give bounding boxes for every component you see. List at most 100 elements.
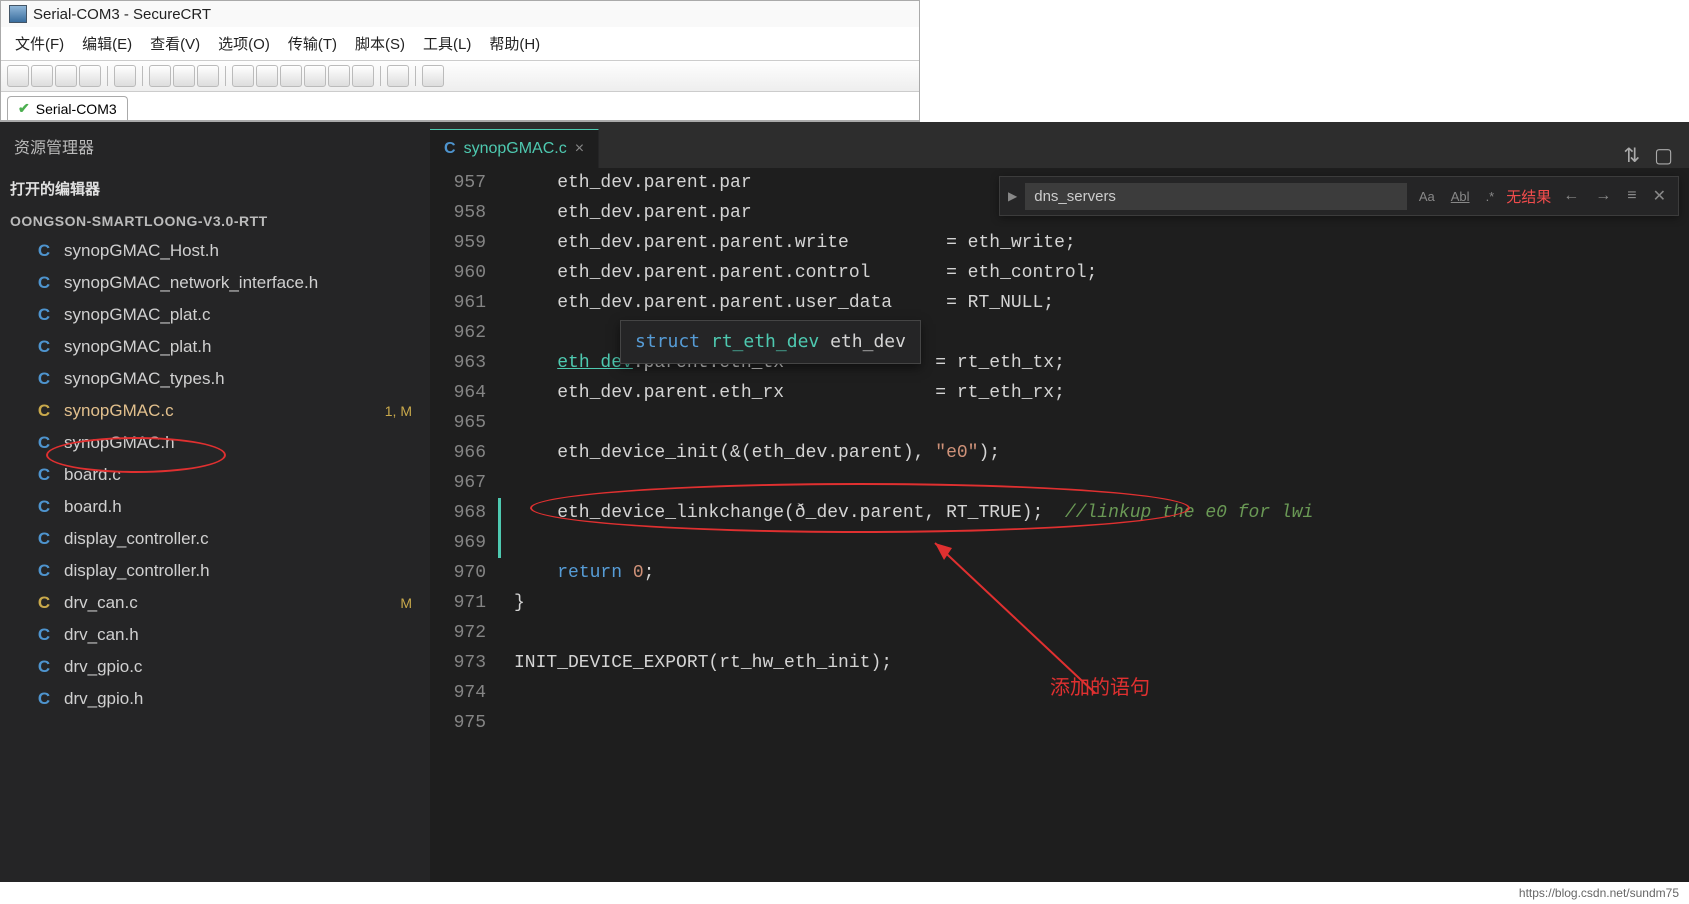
explorer-title: 资源管理器 <box>0 122 430 170</box>
menu-item[interactable]: 工具(L) <box>417 31 477 56</box>
file-type-icon: C <box>34 625 54 645</box>
menu-item[interactable]: 传输(T) <box>282 31 343 56</box>
toolbar-button[interactable] <box>304 65 326 87</box>
project-name[interactable]: OONGSON-SMARTLOONG-V3.0-RTT <box>0 207 430 235</box>
editor-tabbar: C synopGMAC.c × ⇅ ▢ <box>430 122 1689 168</box>
find-in-selection-icon[interactable]: ≡ <box>1623 187 1640 205</box>
session-tab-label: Serial-COM3 <box>36 101 117 117</box>
file-row[interactable]: CsynopGMAC_Host.h <box>0 235 430 267</box>
editor-tab-label: synopGMAC.c <box>464 140 567 158</box>
vscode-window: 资源管理器 打开的编辑器 OONGSON-SMARTLOONG-V3.0-RTT… <box>0 122 1689 882</box>
toolbar-separator <box>142 66 143 86</box>
toolbar-separator <box>415 66 416 86</box>
editor-pane: C synopGMAC.c × ⇅ ▢ ▶ Aa Abl .* 无结果 ← → … <box>430 122 1689 882</box>
menu-bar: 文件(F)编辑(E)查看(V)选项(O)传输(T)脚本(S)工具(L)帮助(H) <box>1 27 919 60</box>
file-row[interactable]: Cdisplay_controller.h <box>0 555 430 587</box>
file-name: synopGMAC_Host.h <box>64 241 219 261</box>
session-tab[interactable]: ✔ Serial-COM3 <box>7 96 128 120</box>
file-name: synopGMAC.c <box>64 401 174 421</box>
toolbar-button[interactable] <box>79 65 101 87</box>
file-row[interactable]: CsynopGMAC_plat.h <box>0 331 430 363</box>
file-name: drv_can.c <box>64 593 138 613</box>
file-row[interactable]: CsynopGMAC.h <box>0 427 430 459</box>
toolbar-button[interactable] <box>197 65 219 87</box>
file-list: CsynopGMAC_Host.hCsynopGMAC_network_inte… <box>0 235 430 882</box>
menu-item[interactable]: 选项(O) <box>212 31 276 56</box>
file-row[interactable]: CsynopGMAC.c 1, M <box>0 395 430 427</box>
find-prev-icon[interactable]: ← <box>1559 187 1583 205</box>
close-tab-icon[interactable]: × <box>575 140 584 158</box>
find-regex[interactable]: .* <box>1482 187 1499 206</box>
editor-tab[interactable]: C synopGMAC.c × <box>430 129 599 168</box>
file-type-icon: C <box>34 369 54 389</box>
toolbar-button[interactable] <box>422 65 444 87</box>
find-expand-icon[interactable]: ▶ <box>1008 189 1017 203</box>
sidebar: 资源管理器 打开的编辑器 OONGSON-SMARTLOONG-V3.0-RTT… <box>0 122 430 882</box>
menu-item[interactable]: 脚本(S) <box>349 31 411 56</box>
file-row[interactable]: Cdrv_can.cM <box>0 587 430 619</box>
menu-item[interactable]: 帮助(H) <box>483 31 546 56</box>
find-match-case[interactable]: Aa <box>1415 187 1439 206</box>
code-content[interactable]: eth_dev.parent.par eth_dev.parent.par et… <box>504 168 1689 882</box>
line-number-gutter: 9579589599609619629639649659669679689699… <box>430 168 504 882</box>
toolbar-button[interactable] <box>328 65 350 87</box>
toolbar-button[interactable] <box>256 65 278 87</box>
file-name: board.c <box>64 465 121 485</box>
file-row[interactable]: CsynopGMAC_network_interface.h <box>0 267 430 299</box>
toolbar-button[interactable] <box>232 65 254 87</box>
securecrt-window: Serial-COM3 - SecureCRT 文件(F)编辑(E)查看(V)选… <box>0 0 920 122</box>
file-row[interactable]: Cdisplay_controller.c <box>0 523 430 555</box>
file-type-icon: C <box>34 593 54 613</box>
file-type-icon: C <box>34 337 54 357</box>
file-name: synopGMAC_plat.h <box>64 337 211 357</box>
editor-actions: ⇅ ▢ <box>1607 143 1689 168</box>
file-name: drv_gpio.h <box>64 689 143 709</box>
file-row[interactable]: CsynopGMAC_plat.c <box>0 299 430 331</box>
file-type-icon: C <box>34 529 54 549</box>
file-name: drv_gpio.c <box>64 657 142 677</box>
toolbar-separator <box>107 66 108 86</box>
find-widget: ▶ Aa Abl .* 无结果 ← → ≡ ✕ <box>999 176 1679 216</box>
find-next-icon[interactable]: → <box>1591 187 1615 205</box>
app-icon <box>9 5 27 23</box>
toolbar-button[interactable] <box>7 65 29 87</box>
find-close-icon[interactable]: ✕ <box>1649 186 1670 206</box>
file-name: drv_can.h <box>64 625 139 645</box>
file-row[interactable]: Cboard.c <box>0 459 430 491</box>
toolbar-button[interactable] <box>149 65 171 87</box>
hover-tooltip: struct rt_eth_dev eth_dev <box>620 320 921 364</box>
find-whole-word[interactable]: Abl <box>1447 187 1474 206</box>
open-editors-section[interactable]: 打开的编辑器 <box>0 170 430 207</box>
file-type-icon: C <box>34 689 54 709</box>
file-row[interactable]: Cdrv_gpio.h <box>0 683 430 715</box>
file-row[interactable]: Cboard.h <box>0 491 430 523</box>
hover-keyword: struct <box>635 331 700 352</box>
file-status: 1, M <box>385 403 420 419</box>
menu-item[interactable]: 查看(V) <box>144 31 206 56</box>
file-type-icon: C <box>34 401 54 421</box>
find-result-count: 无结果 <box>1506 186 1551 207</box>
compare-icon[interactable]: ⇅ <box>1623 143 1640 168</box>
file-name: synopGMAC_network_interface.h <box>64 273 318 293</box>
toolbar-button[interactable] <box>352 65 374 87</box>
split-editor-icon[interactable]: ▢ <box>1654 143 1673 168</box>
find-input[interactable] <box>1025 183 1407 210</box>
file-row[interactable]: Cdrv_gpio.c <box>0 651 430 683</box>
toolbar-button[interactable] <box>31 65 53 87</box>
menu-item[interactable]: 文件(F) <box>9 31 70 56</box>
menu-item[interactable]: 编辑(E) <box>76 31 138 56</box>
toolbar-button[interactable] <box>55 65 77 87</box>
file-row[interactable]: Cdrv_can.h <box>0 619 430 651</box>
toolbar-separator <box>225 66 226 86</box>
file-row[interactable]: CsynopGMAC_types.h <box>0 363 430 395</box>
code-area[interactable]: 9579589599609619629639649659669679689699… <box>430 168 1689 882</box>
window-title: Serial-COM3 - SecureCRT <box>33 6 211 23</box>
toolbar-button[interactable] <box>280 65 302 87</box>
toolbar-button[interactable] <box>114 65 136 87</box>
connected-icon: ✔ <box>18 100 30 117</box>
file-type-icon: C <box>34 241 54 261</box>
watermark: https://blog.csdn.net/sundm75 <box>1519 886 1679 900</box>
toolbar-button[interactable] <box>173 65 195 87</box>
toolbar-button[interactable] <box>387 65 409 87</box>
file-type-icon: C <box>34 273 54 293</box>
